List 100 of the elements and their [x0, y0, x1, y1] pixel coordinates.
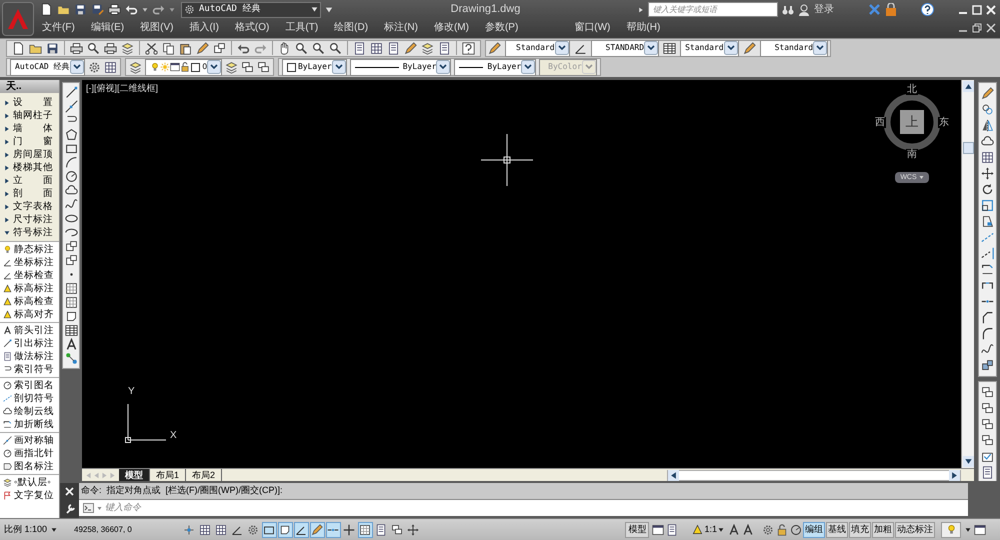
text-tool-icon[interactable] — [64, 338, 78, 351]
menu-item[interactable]: 绘图(D) — [334, 20, 368, 35]
collapsed-arrow-icon[interactable] — [4, 204, 10, 210]
layout-tab[interactable]: 模型 — [119, 469, 150, 481]
pencil-icon[interactable] — [488, 42, 501, 54]
menu-item[interactable]: 插入(I) — [189, 20, 219, 35]
fillet-icon[interactable] — [980, 327, 994, 340]
printer-icon[interactable] — [108, 3, 121, 16]
printer-icon[interactable] — [104, 42, 117, 54]
compass-west[interactable]: 西 — [874, 117, 886, 128]
viewport-label[interactable]: [-][俯视][二维线框] — [86, 82, 158, 96]
mode-toggle-button[interactable]: 加粗 — [872, 522, 894, 538]
table-style-dropdown[interactable]: Standard — [680, 40, 739, 56]
rings-icon[interactable] — [980, 103, 994, 116]
menu-item[interactable]: 文件(F) — [42, 20, 75, 35]
layers-icon[interactable] — [421, 42, 434, 54]
lock-icon[interactable] — [776, 524, 788, 536]
scroll-thumb[interactable] — [962, 142, 974, 154]
collapsed-arrow-icon[interactable] — [4, 152, 10, 158]
compass-south[interactable]: 南 — [906, 149, 918, 160]
panel-icon[interactable] — [666, 524, 678, 536]
stack-icon[interactable] — [256, 60, 270, 74]
prompt-icon[interactable] — [83, 503, 94, 513]
palette-tool-item[interactable]: 剖切符号 — [14, 394, 54, 404]
collapsed-arrow-icon[interactable] — [4, 178, 10, 184]
menu-item[interactable]: 帮助(H) — [626, 20, 660, 35]
stack-icon[interactable] — [980, 418, 994, 431]
extend-icon[interactable] — [980, 247, 994, 260]
horizontal-scrollbar[interactable] — [667, 470, 961, 480]
pencil-icon[interactable] — [980, 87, 994, 100]
close-icon[interactable] — [986, 22, 996, 32]
collapsed-arrow-icon[interactable] — [4, 112, 10, 118]
wave-icon[interactable] — [64, 198, 78, 211]
category-item[interactable]: 房间屋顶 — [13, 150, 53, 160]
maximize-icon[interactable] — [972, 4, 982, 14]
gear-icon[interactable] — [762, 524, 774, 536]
dimension-style-dropdown[interactable]: STANDARD — [590, 40, 660, 56]
mirror-icon[interactable] — [980, 119, 994, 132]
save-icon[interactable] — [46, 42, 59, 54]
annotation-scale-dropdown[interactable]: 1:1 — [692, 522, 724, 536]
command-line-handle[interactable] — [60, 483, 79, 518]
search-field[interactable]: 键入关键字或短语 — [648, 2, 778, 17]
block-icon[interactable] — [64, 240, 78, 253]
collapsed-arrow-icon[interactable] — [4, 216, 10, 222]
gear-icon[interactable] — [88, 60, 101, 74]
redo-icon[interactable] — [152, 3, 165, 16]
save-as-icon[interactable] — [91, 3, 104, 16]
compass-north[interactable]: 北 — [906, 84, 918, 95]
scale-dropdown[interactable]: 比例 1:100 — [4, 522, 66, 536]
scroll-down-arrow[interactable] — [962, 456, 974, 467]
grid-icon[interactable] — [104, 60, 117, 74]
block-icon[interactable] — [64, 254, 78, 267]
multileader-style-dropdown[interactable]: Standard — [760, 40, 828, 56]
magnifier-icon[interactable] — [312, 42, 325, 54]
new-file-icon[interactable] — [40, 3, 53, 16]
help-icon[interactable] — [462, 42, 475, 54]
linetype-dropdown[interactable]: ByLayer — [350, 58, 452, 76]
restore-icon[interactable] — [972, 22, 982, 32]
category-item[interactable]: 立 面 — [13, 176, 53, 186]
cloud-icon[interactable] — [64, 184, 78, 197]
hand-icon[interactable] — [278, 42, 291, 54]
undo-icon[interactable] — [125, 3, 138, 16]
category-item[interactable]: 门 窗 — [13, 136, 53, 146]
workspace-dropdown[interactable]: AutoCAD 经典 — [10, 58, 85, 76]
palette-tool-item[interactable]: ◦默认层◦ — [14, 478, 51, 488]
nodes-icon[interactable] — [64, 352, 78, 365]
text-tool-icon[interactable] — [728, 524, 740, 536]
region-icon[interactable] — [64, 310, 78, 323]
collapsed-arrow-icon[interactable] — [4, 138, 10, 144]
mode-toggle-button[interactable]: 填充 — [849, 522, 871, 538]
category-item[interactable]: 符号标注 — [13, 228, 53, 238]
stretch-icon[interactable] — [980, 215, 994, 228]
panel-icon[interactable] — [980, 466, 994, 479]
spellcheck-icon[interactable] — [980, 450, 994, 463]
scale-icon[interactable] — [980, 199, 994, 212]
circle-icon[interactable] — [790, 524, 802, 536]
panel-icon[interactable] — [438, 42, 451, 54]
x-icon[interactable] — [868, 3, 881, 16]
collapsed-arrow-icon[interactable] — [4, 164, 10, 170]
stack-icon[interactable] — [980, 386, 994, 399]
wrench-icon[interactable] — [64, 504, 74, 514]
expand-arrow-icon[interactable] — [638, 6, 644, 12]
expanded-arrow-icon[interactable] — [4, 230, 10, 236]
magnifier-icon[interactable] — [295, 42, 308, 54]
menu-item[interactable]: 修改(M) — [434, 20, 469, 35]
caret-icon[interactable] — [142, 6, 148, 12]
layers-icon[interactable] — [224, 60, 238, 74]
menu-item[interactable]: 视图(V) — [140, 20, 174, 35]
chamfer-icon[interactable] — [980, 311, 994, 324]
break-icon[interactable] — [980, 263, 994, 276]
scroll-left-arrow[interactable] — [668, 470, 679, 480]
stack-icon[interactable] — [980, 402, 994, 415]
palette-tool-item[interactable]: 加折断线 — [14, 420, 54, 430]
move-arrows-icon[interactable] — [980, 167, 994, 180]
palette-tool-item[interactable]: 坐标检查 — [14, 270, 54, 280]
pencil-icon[interactable] — [196, 42, 209, 54]
palette-tool-item[interactable]: 绘制云线 — [14, 406, 54, 416]
command-line-field[interactable]: 键入命令 — [79, 500, 968, 516]
vertical-scrollbar[interactable] — [961, 80, 974, 468]
category-item[interactable]: 剖 面 — [13, 188, 53, 198]
